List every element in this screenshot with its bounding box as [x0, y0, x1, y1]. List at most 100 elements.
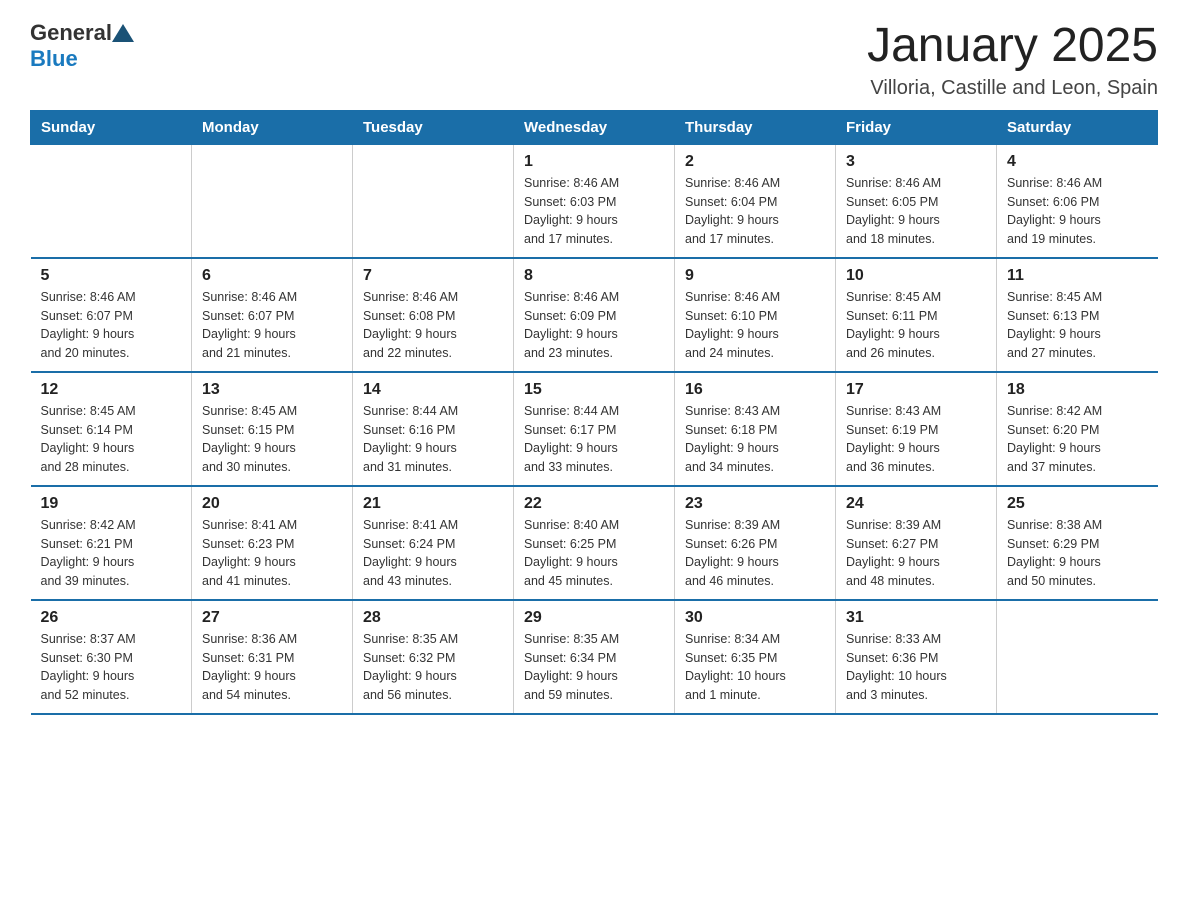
day-info: Sunrise: 8:40 AM Sunset: 6:25 PM Dayligh… — [524, 516, 664, 591]
calendar-cell: 11Sunrise: 8:45 AM Sunset: 6:13 PM Dayli… — [997, 258, 1158, 372]
day-number: 12 — [41, 381, 182, 399]
calendar-cell: 25 Sunrise: 8:38 AM Sunset: 6:29 PM Dayli… — [997, 486, 1158, 600]
day-info: Sunrise: 8:45 AM Sunset: 6:14 PM Dayligh… — [41, 402, 182, 477]
day-info: Sunrise: 8:36 AM Sunset: 6:31 PM Dayligh… — [202, 630, 342, 705]
column-header-sunday: Sunday — [31, 110, 192, 144]
calendar-week-row: 5 Sunrise: 8:46 AM Sunset: 6:07 PM Daylig… — [31, 258, 1158, 372]
calendar-cell — [31, 144, 192, 258]
day-info: Sunrise: 8:39 AM Sunset: 6:27 PM Dayligh… — [846, 516, 986, 591]
logo-triangle-icon — [112, 22, 134, 44]
calendar-cell: 22 Sunrise: 8:40 AM Sunset: 6:25 PM Dayli… — [514, 486, 675, 600]
calendar-cell: 13 Sunrise: 8:45 AM Sunset: 6:15 PM Dayli… — [192, 372, 353, 486]
day-info: Sunrise: 8:44 AM Sunset: 6:17 PM Dayligh… — [524, 402, 664, 477]
calendar-cell: 12 Sunrise: 8:45 AM Sunset: 6:14 PM Dayli… — [31, 372, 192, 486]
calendar-cell: 5 Sunrise: 8:46 AM Sunset: 6:07 PM Daylig… — [31, 258, 192, 372]
day-info: Sunrise: 8:43 AM Sunset: 6:19 PM Dayligh… — [846, 402, 986, 477]
calendar-week-row: 26 Sunrise: 8:37 AM Sunset: 6:30 PM Dayli… — [31, 600, 1158, 714]
calendar-cell — [997, 600, 1158, 714]
page-subtitle: Villoria, Castille and Leon, Spain — [867, 77, 1158, 100]
day-info: Sunrise: 8:46 AM Sunset: 6:08 PM Dayligh… — [363, 288, 503, 363]
day-number: 16 — [685, 381, 825, 399]
day-info: Sunrise: 8:45 AM Sunset: 6:15 PM Dayligh… — [202, 402, 342, 477]
day-info: Sunrise: 8:46 AM Sunset: 6:06 PM Dayligh… — [1007, 174, 1148, 249]
day-number: 9 — [685, 267, 825, 285]
day-number: 6 — [202, 267, 342, 285]
calendar-cell — [192, 144, 353, 258]
calendar-cell: 28Sunrise: 8:35 AM Sunset: 6:32 PM Dayli… — [353, 600, 514, 714]
day-info: Sunrise: 8:46 AM Sunset: 6:07 PM Dayligh… — [202, 288, 342, 363]
day-number: 10 — [846, 267, 986, 285]
column-header-thursday: Thursday — [675, 110, 836, 144]
day-number: 7 — [363, 267, 503, 285]
day-info: Sunrise: 8:33 AM Sunset: 6:36 PM Dayligh… — [846, 630, 986, 705]
calendar-cell: 2Sunrise: 8:46 AM Sunset: 6:04 PM Daylig… — [675, 144, 836, 258]
day-info: Sunrise: 8:45 AM Sunset: 6:11 PM Dayligh… — [846, 288, 986, 363]
day-number: 22 — [524, 495, 664, 513]
calendar-cell: 3 Sunrise: 8:46 AM Sunset: 6:05 PM Daylig… — [836, 144, 997, 258]
calendar-week-row: 19Sunrise: 8:42 AM Sunset: 6:21 PM Dayli… — [31, 486, 1158, 600]
day-number: 11 — [1007, 267, 1148, 285]
day-number: 8 — [524, 267, 664, 285]
day-info: Sunrise: 8:42 AM Sunset: 6:21 PM Dayligh… — [41, 516, 182, 591]
day-number: 3 — [846, 153, 986, 171]
day-number: 29 — [524, 609, 664, 627]
day-info: Sunrise: 8:41 AM Sunset: 6:23 PM Dayligh… — [202, 516, 342, 591]
calendar-cell: 23 Sunrise: 8:39 AM Sunset: 6:26 PM Dayli… — [675, 486, 836, 600]
day-info: Sunrise: 8:34 AM Sunset: 6:35 PM Dayligh… — [685, 630, 825, 705]
day-info: Sunrise: 8:46 AM Sunset: 6:10 PM Dayligh… — [685, 288, 825, 363]
column-header-monday: Monday — [192, 110, 353, 144]
day-info: Sunrise: 8:37 AM Sunset: 6:30 PM Dayligh… — [41, 630, 182, 705]
day-number: 4 — [1007, 153, 1148, 171]
day-info: Sunrise: 8:41 AM Sunset: 6:24 PM Dayligh… — [363, 516, 503, 591]
calendar-cell: 17Sunrise: 8:43 AM Sunset: 6:19 PM Dayli… — [836, 372, 997, 486]
calendar-cell: 16 Sunrise: 8:43 AM Sunset: 6:18 PM Dayli… — [675, 372, 836, 486]
calendar-cell: 18 Sunrise: 8:42 AM Sunset: 6:20 PM Dayli… — [997, 372, 1158, 486]
day-info: Sunrise: 8:46 AM Sunset: 6:05 PM Dayligh… — [846, 174, 986, 249]
calendar-cell: 4 Sunrise: 8:46 AM Sunset: 6:06 PM Daylig… — [997, 144, 1158, 258]
column-header-saturday: Saturday — [997, 110, 1158, 144]
day-info: Sunrise: 8:43 AM Sunset: 6:18 PM Dayligh… — [685, 402, 825, 477]
day-number: 30 — [685, 609, 825, 627]
calendar-cell: 26 Sunrise: 8:37 AM Sunset: 6:30 PM Dayli… — [31, 600, 192, 714]
day-number: 24 — [846, 495, 986, 513]
day-info: Sunrise: 8:35 AM Sunset: 6:32 PM Dayligh… — [363, 630, 503, 705]
calendar-cell: 7 Sunrise: 8:46 AM Sunset: 6:08 PM Daylig… — [353, 258, 514, 372]
calendar-cell: 15 Sunrise: 8:44 AM Sunset: 6:17 PM Dayli… — [514, 372, 675, 486]
page-title: January 2025 — [867, 20, 1158, 73]
day-number: 23 — [685, 495, 825, 513]
calendar-cell — [353, 144, 514, 258]
day-number: 27 — [202, 609, 342, 627]
calendar-week-row: 12 Sunrise: 8:45 AM Sunset: 6:14 PM Dayli… — [31, 372, 1158, 486]
calendar-cell: 30 Sunrise: 8:34 AM Sunset: 6:35 PM Dayli… — [675, 600, 836, 714]
calendar-cell: 14Sunrise: 8:44 AM Sunset: 6:16 PM Dayli… — [353, 372, 514, 486]
title-block: January 2025 Villoria, Castille and Leon… — [867, 20, 1158, 100]
day-info: Sunrise: 8:46 AM Sunset: 6:03 PM Dayligh… — [524, 174, 664, 249]
day-number: 13 — [202, 381, 342, 399]
calendar-cell: 19Sunrise: 8:42 AM Sunset: 6:21 PM Dayli… — [31, 486, 192, 600]
day-number: 26 — [41, 609, 182, 627]
page-header: General Blue January 2025 Villoria, Cast… — [30, 20, 1158, 100]
day-info: Sunrise: 8:42 AM Sunset: 6:20 PM Dayligh… — [1007, 402, 1148, 477]
calendar-cell: 6 Sunrise: 8:46 AM Sunset: 6:07 PM Daylig… — [192, 258, 353, 372]
day-number: 5 — [41, 267, 182, 285]
day-info: Sunrise: 8:46 AM Sunset: 6:07 PM Dayligh… — [41, 288, 182, 363]
logo: General Blue — [30, 20, 134, 72]
day-number: 18 — [1007, 381, 1148, 399]
day-number: 25 — [1007, 495, 1148, 513]
day-info: Sunrise: 8:38 AM Sunset: 6:29 PM Dayligh… — [1007, 516, 1148, 591]
calendar-cell: 10 Sunrise: 8:45 AM Sunset: 6:11 PM Dayli… — [836, 258, 997, 372]
day-number: 21 — [363, 495, 503, 513]
day-number: 14 — [363, 381, 503, 399]
calendar-cell: 8 Sunrise: 8:46 AM Sunset: 6:09 PM Daylig… — [514, 258, 675, 372]
day-number: 1 — [524, 153, 664, 171]
day-info: Sunrise: 8:39 AM Sunset: 6:26 PM Dayligh… — [685, 516, 825, 591]
calendar-cell: 1 Sunrise: 8:46 AM Sunset: 6:03 PM Daylig… — [514, 144, 675, 258]
calendar-header-row: SundayMondayTuesdayWednesdayThursdayFrid… — [31, 110, 1158, 144]
day-number: 15 — [524, 381, 664, 399]
calendar-cell: 31Sunrise: 8:33 AM Sunset: 6:36 PM Dayli… — [836, 600, 997, 714]
day-info: Sunrise: 8:46 AM Sunset: 6:09 PM Dayligh… — [524, 288, 664, 363]
calendar-cell: 9 Sunrise: 8:46 AM Sunset: 6:10 PM Daylig… — [675, 258, 836, 372]
logo-general-text: General — [30, 20, 112, 46]
logo-blue-text: Blue — [30, 46, 78, 72]
calendar-table: SundayMondayTuesdayWednesdayThursdayFrid… — [30, 110, 1158, 715]
